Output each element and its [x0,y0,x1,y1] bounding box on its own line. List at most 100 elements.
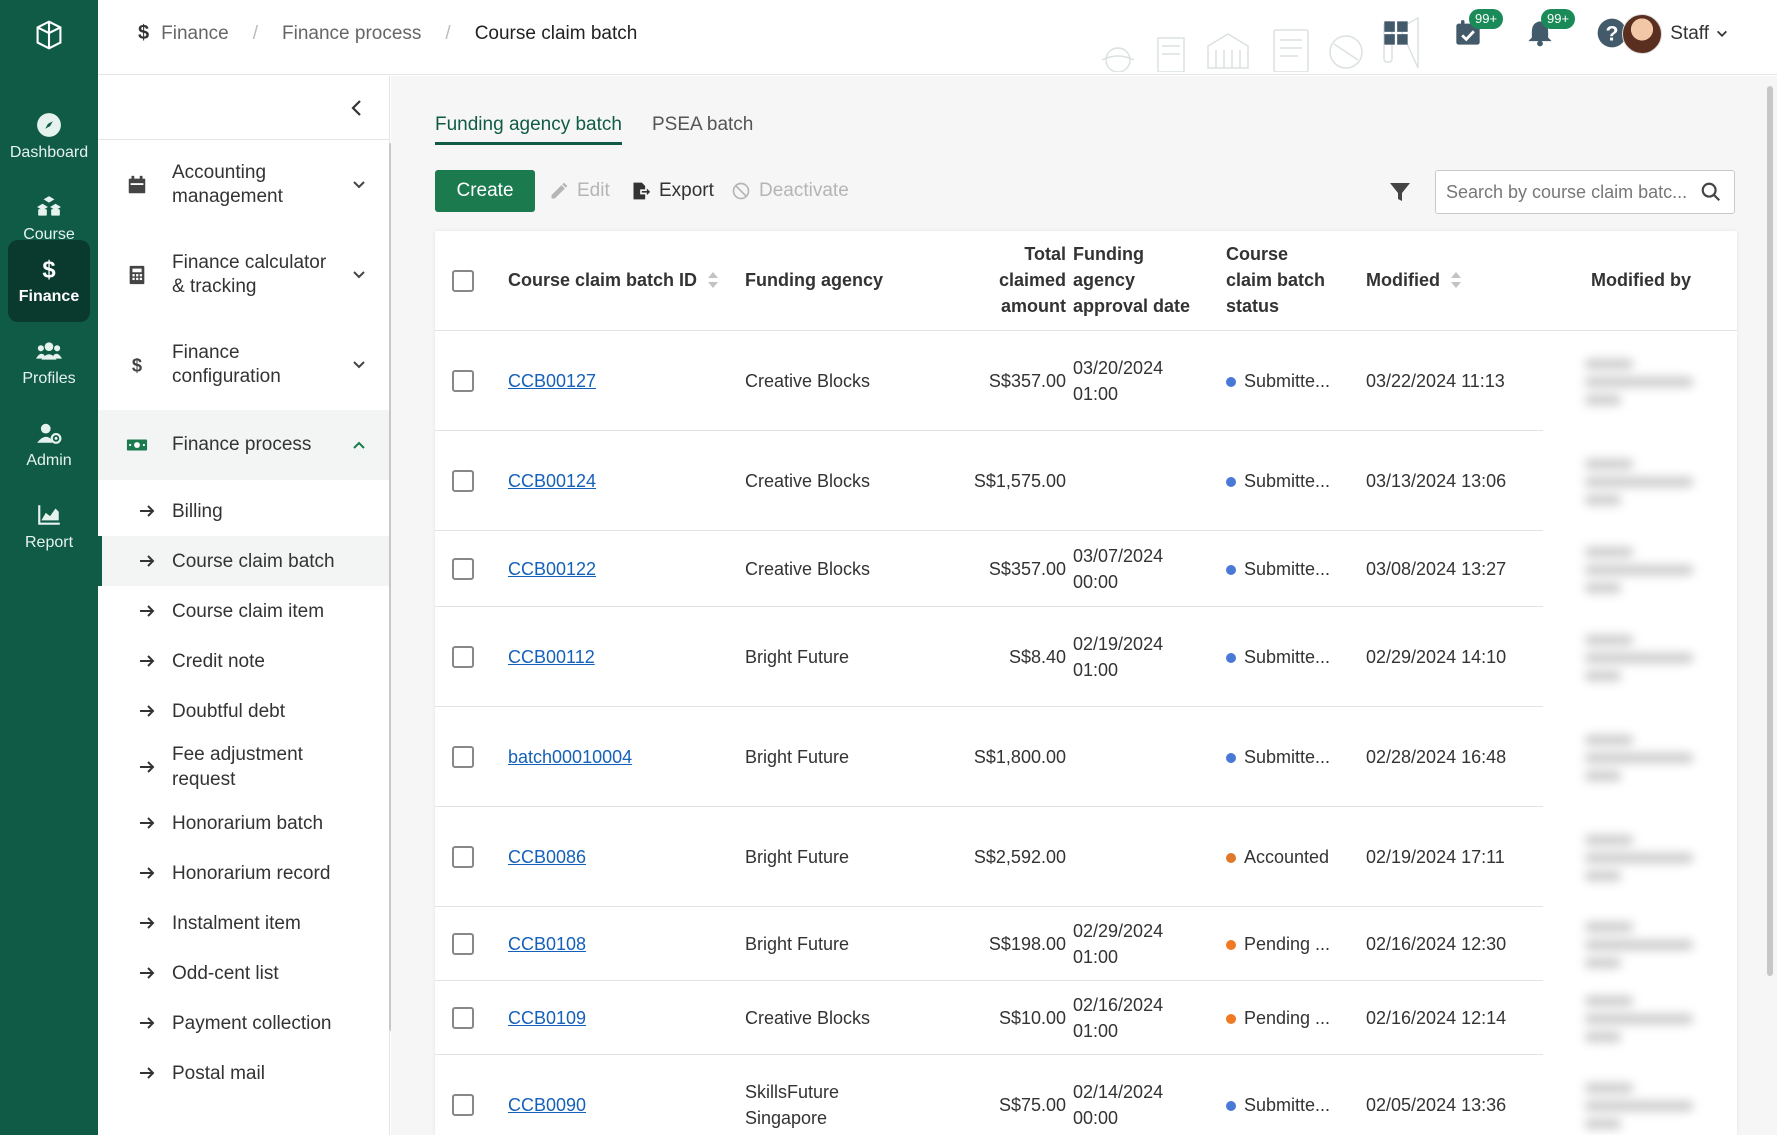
rail-admin[interactable]: Admin [8,404,90,486]
row-checkbox[interactable] [452,1007,474,1029]
column-header-status[interactable]: Course claim batch status [1226,241,1325,319]
batch-id-link[interactable]: CCB00127 [508,371,596,391]
label-line: Fee adjustment [172,744,303,765]
tab-psea-batch[interactable]: PSEA batch [652,114,753,145]
breadcrumb-finance[interactable]: Finance [161,23,229,45]
column-header-agency[interactable]: Funding agency [745,267,883,293]
sidebar-item-course-claim-item[interactable]: Course claim item [98,586,389,636]
row-checkbox[interactable] [452,558,474,580]
sidebar-item-honorarium-batch[interactable]: Honorarium batch [98,798,389,848]
table-row[interactable]: CCB00122 Creative Blocks S$357.00 03/07/202… [435,531,1543,607]
claimed-amount: S$1,575.00 [973,470,1066,491]
rail-profiles[interactable]: Profiles [8,322,90,404]
create-button[interactable]: Create [435,170,535,212]
batch-id-link[interactable]: CCB0086 [508,847,586,867]
sidebar-item-billing[interactable]: Billing [98,486,389,536]
batch-id-link[interactable]: CCB00112 [508,647,595,667]
column-header-modified-by[interactable]: Modified by [1591,267,1691,293]
sidebar-item-odd-cent-list[interactable]: Odd-cent list [98,948,389,998]
sidebar-group-calculator[interactable]: Finance calculator & tracking [98,230,389,320]
table-row[interactable]: CCB00127 Creative Blocks S$357.00 03/20/202… [435,331,1543,431]
batch-id-link[interactable]: CCB0109 [508,1008,586,1028]
sidebar-item-credit-note[interactable]: Credit note [98,636,389,686]
tab-funding-agency-batch[interactable]: Funding agency batch [435,114,622,145]
modified-date: 03/08/2024 13:27 [1366,558,1507,579]
batch-id-link[interactable]: CCB00122 [508,559,596,579]
table-row[interactable]: CCB0109 Creative Blocks S$10.00 02/16/2024 0… [435,981,1543,1055]
approval-line: 03/07/2024 [1073,545,1164,566]
column-header-total[interactable]: Total claimed amount [915,241,1066,319]
row-checkbox[interactable] [452,1094,474,1116]
export-label: Export [659,180,714,201]
rail-finance[interactable]: $ Finance [8,240,90,322]
row-checkbox[interactable] [452,933,474,955]
collapse-sidebar-icon[interactable] [345,96,369,120]
search-icon[interactable] [1700,181,1722,203]
user-gear-icon [37,423,62,444]
rail-label: Report [24,534,74,551]
batch-id-link[interactable]: CCB0090 [508,1095,586,1115]
notifications-button[interactable]: 99+ [1523,9,1576,50]
table-row[interactable]: CCB00124 Creative Blocks S$1,575.00 Submitt… [435,431,1543,531]
column-header-modified[interactable]: Modified [1366,267,1462,293]
user-label: Staff [1670,23,1709,44]
sidebar-item-instalment-item[interactable]: Instalment item [98,898,389,948]
users-icon [36,342,62,360]
claimed-amount: S$198.00 [988,933,1066,954]
row-checkbox[interactable] [452,470,474,492]
rail-label: Admin [26,452,72,469]
modified-date: 03/13/2024 13:06 [1366,470,1507,491]
tasks-button[interactable]: 99+ [1451,9,1504,50]
table-row[interactable]: CCB0090 SkillsFuture Singapore S$75.00 02/14… [435,1055,1543,1135]
select-all-checkbox[interactable] [452,270,474,292]
search-input[interactable] [1436,171,1692,213]
column-header-approval-date[interactable]: Funding agency approval date [1073,241,1190,319]
edit-button[interactable]: Edit [549,180,610,202]
breadcrumb-finance-process[interactable]: Finance process [282,23,421,45]
row-checkbox[interactable] [452,370,474,392]
label-line: request [172,769,236,790]
edit-label: Edit [577,180,610,201]
approval-date: 02/19/2024 01:00 [1073,631,1163,683]
status-badge: Submitte... [1226,1092,1330,1118]
modified-date: 02/28/2024 16:48 [1366,746,1507,767]
label-line: management [172,186,283,207]
sidebar-item-fee-adjustment-request[interactable]: Fee adjustment request [98,736,389,798]
sidebar-group-finance-process[interactable]: Finance process [98,410,389,480]
filter-icon[interactable] [1388,180,1412,204]
user-menu[interactable]: Staff [1622,14,1729,54]
batch-id-link[interactable]: batch00010004 [508,747,632,767]
tab-bar: Funding agency batch PSEA batch [435,114,783,145]
sidebar-group-accounting[interactable]: Accounting management [98,140,389,230]
table-row[interactable]: batch00010004 Bright Future S$1,800.00 Subm… [435,707,1543,807]
deactivate-button[interactable]: Deactivate [731,180,849,202]
main-scrollbar[interactable] [1767,86,1773,976]
table-row[interactable]: CCB00112 Bright Future S$8.40 02/19/2024 01:… [435,607,1543,707]
sidebar-item-doubtful-debt[interactable]: Doubtful debt [98,686,389,736]
approval-line: 03/20/2024 [1073,357,1164,378]
sidebar-item-postal-mail[interactable]: Postal mail [98,1048,389,1098]
arrow-right-icon [140,555,155,567]
export-button[interactable]: Export [631,180,714,202]
sidebar-item-label: Honorarium batch [172,812,324,834]
sidebar-item-payment-collection[interactable]: Payment collection [98,998,389,1048]
rail-report[interactable]: Report [8,486,90,568]
row-checkbox[interactable] [452,646,474,668]
apps-grid-button[interactable] [1379,16,1413,50]
row-checkbox[interactable] [452,746,474,768]
row-checkbox[interactable] [452,846,474,868]
status-badge: Accounted [1226,844,1329,870]
table-row[interactable]: CCB0108 Bright Future S$198.00 02/29/2024 01… [435,907,1543,981]
sidebar-item-course-claim-batch[interactable]: Course claim batch [98,536,389,586]
sidebar-group-configuration[interactable]: $ Finance configuration [98,320,389,410]
table-row[interactable]: CCB0086 Bright Future S$2,592.00 Accounted 0… [435,807,1543,907]
approval-line: 02/14/2024 [1073,1081,1164,1102]
app-logo-icon[interactable] [30,16,68,54]
breadcrumb-separator: / [445,22,451,44]
breadcrumb-current: Course claim batch [474,22,638,44]
rail-dashboard[interactable]: Dashboard [8,96,90,178]
column-header-id[interactable]: Course claim batch ID [508,267,719,293]
batch-id-link[interactable]: CCB0108 [508,934,586,954]
sidebar-item-honorarium-record[interactable]: Honorarium record [98,848,389,898]
batch-id-link[interactable]: CCB00124 [508,471,596,491]
